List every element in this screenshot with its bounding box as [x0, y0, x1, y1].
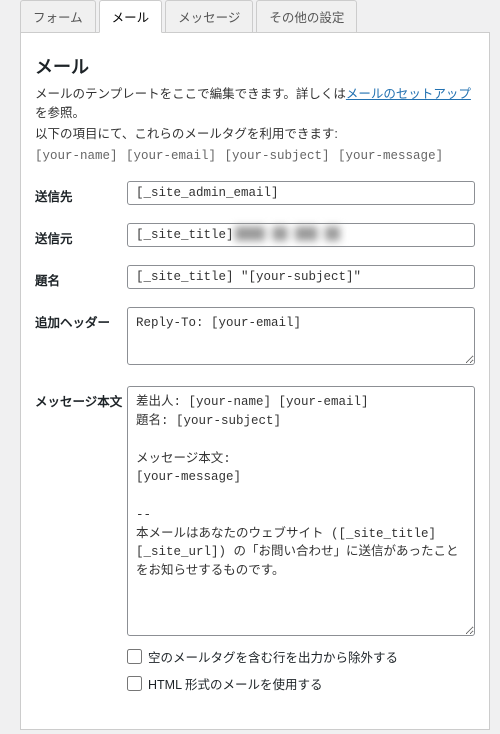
input-additional-headers[interactable]: [127, 307, 475, 365]
section-description: メールのテンプレートをここで編集できます。詳しくはメールのセットアップを参照。: [35, 85, 475, 123]
label-additional-headers: 追加ヘッダー: [35, 307, 127, 331]
from-redacted-part: ████ ██ ███ ██: [235, 227, 340, 241]
checkbox-exclude-blank[interactable]: [127, 649, 142, 664]
mail-setup-link[interactable]: メールのセットアップ: [346, 87, 471, 101]
checkbox-use-html[interactable]: [127, 676, 142, 691]
input-message-body[interactable]: [127, 386, 475, 636]
available-mail-tags: [your-name] [your-email] [your-subject] …: [35, 149, 475, 163]
input-to[interactable]: [127, 181, 475, 205]
tab-messages[interactable]: メッセージ: [165, 0, 253, 33]
section-heading: メール: [35, 53, 475, 79]
mail-panel: メール メールのテンプレートをここで編集できます。詳しくはメールのセットアップを…: [20, 32, 490, 730]
label-exclude-blank: 空のメールタグを含む行を出力から除外する: [148, 647, 398, 666]
tab-form[interactable]: フォーム: [20, 0, 96, 33]
tab-mail[interactable]: メール: [99, 0, 163, 33]
desc-text-suffix: を参照。: [35, 106, 85, 120]
label-use-html: HTML 形式のメールを使用する: [148, 674, 323, 693]
label-message-body: メッセージ本文: [35, 386, 127, 410]
tab-other-settings[interactable]: その他の設定: [256, 0, 357, 33]
desc-text-prefix: メールのテンプレートをここで編集できます。詳しくは: [35, 87, 346, 101]
label-from: 送信元: [35, 223, 127, 247]
mail-tags-description: 以下の項目にて、これらのメールタグを利用できます:: [35, 125, 475, 144]
label-subject: 題名: [35, 265, 127, 289]
input-subject[interactable]: [127, 265, 475, 289]
label-to: 送信先: [35, 181, 127, 205]
tab-bar: フォーム メール メッセージ その他の設定: [0, 0, 500, 33]
